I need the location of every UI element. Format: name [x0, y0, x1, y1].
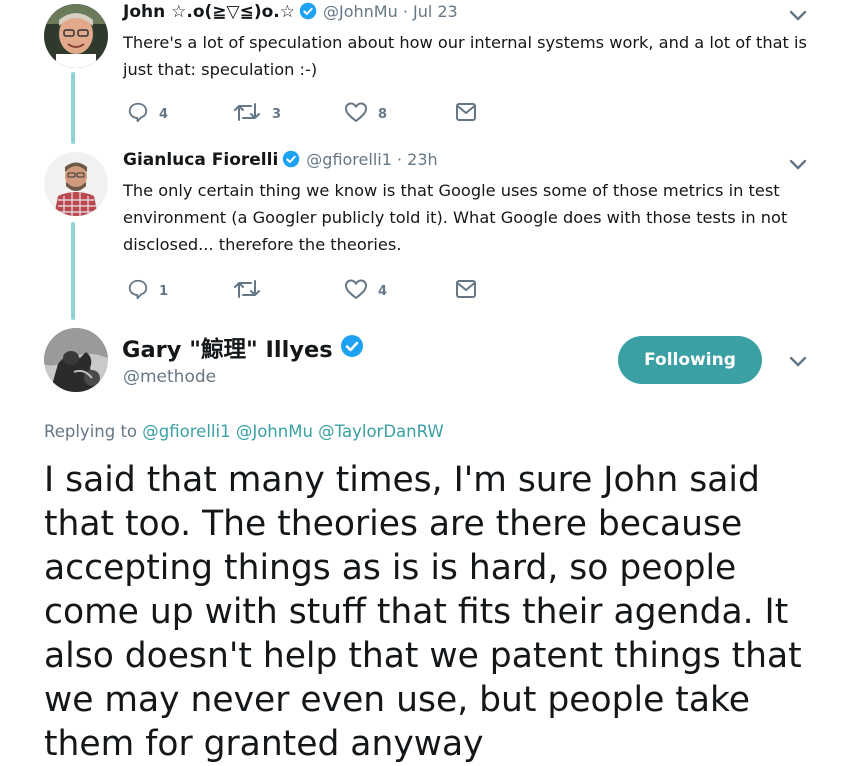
like-count: 4 [378, 283, 388, 299]
avatar[interactable] [44, 328, 108, 392]
thread-connector-line [71, 222, 75, 320]
retweet-button[interactable] [232, 278, 272, 304]
tweet-text: The only certain thing we know is that G… [123, 181, 788, 254]
retweet-count: 3 [272, 106, 282, 122]
direct-message-icon [455, 279, 477, 303]
author-handle[interactable]: @gfiorelli1 [306, 150, 392, 169]
verified-badge-icon [299, 2, 317, 24]
author-name[interactable]: Gianluca Fiorelli [123, 150, 278, 170]
chevron-down-icon[interactable] [788, 354, 808, 368]
reply-button[interactable]: 4 [127, 101, 168, 127]
reply-icon [127, 278, 149, 304]
direct-message-button[interactable] [455, 102, 477, 126]
like-icon [344, 101, 368, 127]
tweet-timestamp[interactable]: · Jul 23 [403, 2, 458, 21]
replying-to: Replying to @gfiorelli1 @JohnMu @TaylorD… [44, 422, 444, 441]
direct-message-button[interactable] [455, 279, 477, 303]
reply-icon [127, 101, 149, 127]
reply-button[interactable]: 1 [127, 278, 168, 304]
reply-count: 1 [159, 283, 169, 299]
tweet-text: I said that many times, I'm sure John sa… [44, 460, 802, 764]
verified-badge-icon [282, 150, 300, 172]
verified-badge-icon [340, 334, 364, 362]
like-button[interactable]: 4 [344, 278, 387, 304]
retweet-icon [232, 101, 262, 127]
reply-count: 4 [159, 106, 169, 122]
like-icon [344, 278, 368, 304]
mention-link[interactable]: @TaylorDanRW [318, 422, 444, 441]
like-button[interactable]: 8 [344, 101, 387, 127]
like-count: 8 [378, 106, 388, 122]
tweet-text: There's a lot of speculation about how o… [123, 33, 807, 79]
mention-link[interactable]: @JohnMu [236, 422, 313, 441]
thread-connector-line [71, 72, 75, 144]
author-handle[interactable]: @methode [123, 367, 216, 387]
chevron-down-icon[interactable] [788, 8, 808, 22]
chevron-down-icon[interactable] [788, 157, 808, 171]
replying-to-label: Replying to [44, 422, 138, 441]
author-handle[interactable]: @JohnMu [323, 2, 398, 21]
retweet-button[interactable]: 3 [232, 101, 281, 127]
mention-link[interactable]: @gfiorelli1 [142, 422, 230, 441]
avatar[interactable] [44, 152, 108, 216]
tweet-timestamp[interactable]: · 23h [397, 150, 438, 169]
following-button[interactable]: Following [618, 336, 762, 384]
direct-message-icon [455, 102, 477, 126]
author-name[interactable]: John ☆.o(≧▽≦)o.☆ [123, 2, 295, 22]
avatar[interactable] [44, 4, 108, 68]
author-name[interactable]: Gary "鯨理" Illyes [122, 332, 333, 364]
retweet-icon [232, 278, 262, 304]
